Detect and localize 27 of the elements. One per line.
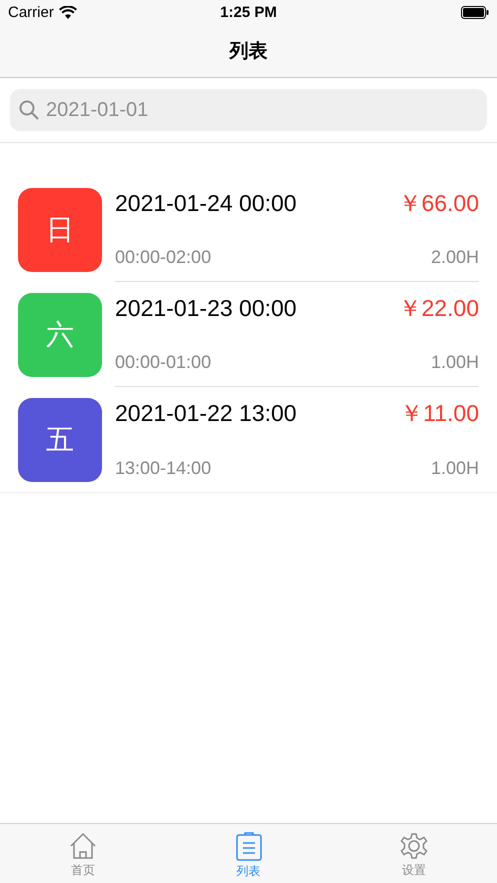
record-time-range: 00:00-01:00: [115, 352, 212, 373]
record-datetime: 2021-01-24 00:00: [115, 190, 297, 217]
record-time-range: 13:00-14:00: [115, 458, 212, 479]
record-amount: ￥22.00: [398, 294, 479, 323]
home-icon: [68, 832, 97, 860]
weekday-badge: 五: [18, 398, 102, 482]
record-datetime: 2021-01-22 13:00: [115, 400, 297, 427]
record-hours: 1.00H: [430, 352, 479, 373]
tab-bar-item[interactable]: 设置: [331, 824, 497, 883]
tab-bar-item[interactable]: 列表: [166, 824, 332, 883]
wifi-icon: [58, 6, 77, 19]
nav-title: 列表: [230, 40, 268, 64]
record-amount: ￥11.00: [400, 399, 479, 428]
settings-icon: [400, 832, 428, 860]
record-time-range: 00:00-02:00: [115, 247, 212, 268]
battery-icon: [460, 6, 489, 19]
carrier-label: Carrier: [8, 4, 54, 21]
record-hours: 2.00H: [430, 247, 479, 268]
status-time: 1:25 PM: [219, 4, 278, 21]
clipboard-list-icon: [234, 831, 262, 861]
record-amount: ￥66.00: [398, 189, 479, 218]
weekday-badge: 日: [18, 188, 102, 272]
record-datetime: 2021-01-23 00:00: [115, 295, 297, 322]
search-field[interactable]: 2021-01-01: [10, 89, 487, 131]
weekday-badge: 六: [18, 292, 102, 376]
record-hours: 1.00H: [430, 458, 479, 479]
tab-bar-item[interactable]: 首页: [0, 824, 166, 883]
